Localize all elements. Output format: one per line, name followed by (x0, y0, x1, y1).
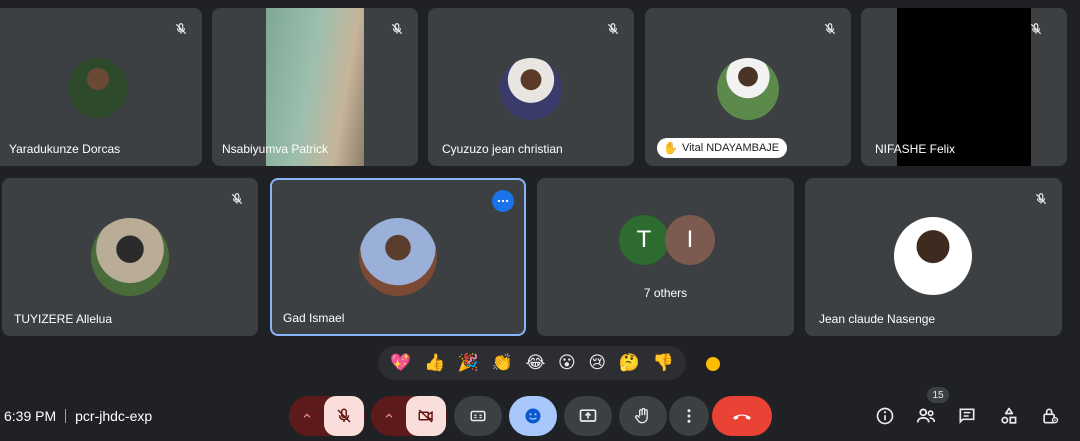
camera-off-icon (418, 409, 433, 423)
meeting-info: 6:39 PM pcr-jhdc-exp (4, 408, 152, 424)
reaction-sad[interactable]: 😢 (588, 353, 606, 373)
mic-off-icon (1025, 18, 1047, 40)
raise-hand-icon: ✋ (663, 141, 678, 155)
avatar (359, 218, 437, 296)
participant-tile-nsabiyumva[interactable]: Nsabiyumva Patrick (212, 8, 418, 166)
avatar (91, 218, 169, 296)
participant-name: Yaradukunze Dorcas (9, 142, 121, 156)
camera-toggle-button[interactable] (406, 396, 446, 436)
info-icon (876, 407, 894, 425)
host-controls-icon (1043, 408, 1059, 424)
participant-tile-yaradukunze[interactable]: Yaradukunze Dorcas (0, 8, 202, 166)
reaction-thumbs-up[interactable]: 👍 (424, 353, 445, 373)
end-call-icon (733, 414, 751, 420)
mic-off-icon (819, 18, 841, 40)
mic-off-icon (1030, 188, 1052, 210)
mic-control-group (289, 396, 365, 436)
captions-button[interactable] (454, 396, 502, 436)
mic-off-icon (170, 18, 192, 40)
participant-tile-others[interactable]: T I 7 others (537, 178, 794, 336)
avatar-letter-i: I (665, 215, 715, 265)
present-screen-icon (579, 409, 597, 422)
camera-options-button[interactable] (372, 396, 406, 436)
avatar (717, 58, 779, 120)
reaction-surprised[interactable]: 😮 (558, 353, 576, 373)
more-vert-icon (687, 409, 691, 423)
chevron-up-icon (303, 413, 311, 418)
reaction-thumbs-down[interactable]: 👎 (653, 353, 674, 373)
activities-icon (1001, 407, 1017, 424)
participant-tile-vital[interactable]: ✋ Vital NDAYAMBAJE (645, 8, 851, 166)
camera-control-group (371, 396, 447, 436)
mic-options-button[interactable] (290, 396, 324, 436)
reaction-clap[interactable]: 👏 (492, 353, 513, 373)
raised-hand-indicator: ✋ Vital NDAYAMBAJE (657, 138, 788, 158)
participant-tile-nifashe[interactable]: NIFASHE Felix (861, 8, 1067, 166)
clock-time: 6:39 PM (4, 408, 57, 424)
avatar (894, 217, 972, 295)
participant-name: Cyuzuzo jean christian (442, 142, 563, 156)
present-screen-button[interactable] (564, 396, 612, 436)
captions-icon (470, 410, 486, 422)
mic-off-icon (337, 408, 351, 423)
avatar-letter-t: T (619, 215, 669, 265)
host-controls-button[interactable] (1036, 402, 1064, 430)
chat-icon (959, 408, 975, 424)
reaction-party[interactable]: 🎉 (458, 353, 479, 373)
participant-name: NIFASHE Felix (875, 142, 956, 156)
chevron-up-icon (385, 413, 393, 418)
people-count-badge: 15 (927, 387, 949, 403)
activities-button[interactable] (995, 402, 1023, 430)
emoji-icon (525, 408, 541, 424)
participant-tile-jean-claude[interactable]: Jean claude Nasenge (805, 178, 1062, 336)
mic-off-icon (386, 18, 408, 40)
more-options-button[interactable] (669, 396, 709, 436)
meeting-details-button[interactable] (871, 402, 899, 430)
participant-tile-gad-ismael[interactable]: Gad Ismael (270, 178, 526, 336)
people-button[interactable] (912, 402, 940, 430)
participant-name: Gad Ismael (283, 311, 345, 325)
participant-tile-tuyizere[interactable]: TUYIZERE Allelua (2, 178, 258, 336)
skin-tone-selector[interactable] (704, 355, 722, 373)
emoji-button[interactable] (509, 396, 557, 436)
reaction-laugh[interactable]: 😂 (526, 353, 546, 373)
participant-name: Jean claude Nasenge (819, 312, 936, 326)
reaction-heart[interactable]: 💖 (390, 353, 411, 373)
participant-name: TUYIZERE Allelua (14, 312, 113, 326)
avatar (68, 58, 128, 118)
reaction-thinking[interactable]: 🤔 (619, 353, 640, 373)
participant-name: Nsabiyumva Patrick (222, 142, 329, 156)
participant-tile-cyuzuzo[interactable]: Cyuzuzo jean christian (428, 8, 634, 166)
raise-hand-icon (635, 407, 648, 424)
people-icon (916, 408, 936, 423)
participant-name: Vital NDAYAMBAJE (681, 142, 780, 154)
more-options-button[interactable] (492, 190, 514, 212)
raise-hand-button[interactable] (619, 396, 667, 436)
reaction-bar: 💖 👍 🎉 👏 😂 😮 😢 🤔 👎 (378, 346, 686, 380)
mic-off-icon (226, 188, 248, 210)
meeting-code: pcr-jhdc-exp (75, 408, 153, 424)
divider (65, 409, 67, 423)
chat-button[interactable] (953, 402, 981, 430)
avatar (500, 58, 562, 120)
mic-off-icon (602, 18, 624, 40)
others-count: 7 others (643, 286, 688, 300)
mic-toggle-button[interactable] (324, 396, 364, 436)
end-call-button[interactable] (712, 396, 772, 436)
